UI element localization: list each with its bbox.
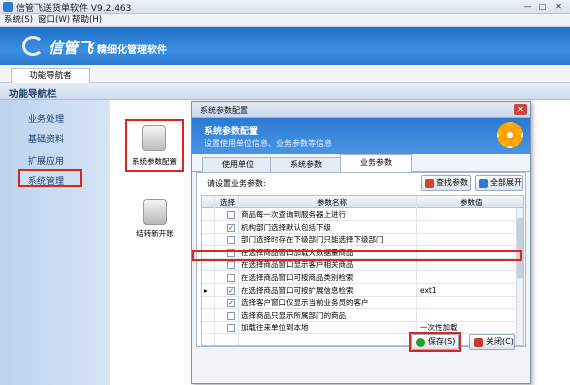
row-name: 在选择商品窗口可按扩展信息检索: [241, 285, 354, 295]
function-label: 结转新开账: [136, 229, 174, 238]
database-gear-icon: [142, 125, 166, 151]
table-row[interactable]: 在选择商品窗口可按商品类别检索: [202, 272, 523, 284]
grid-divider: [238, 196, 239, 345]
table-row[interactable]: 商品每一次查询到服务器上进行: [202, 209, 523, 221]
row-checkbox[interactable]: [227, 274, 235, 282]
tab-business-params[interactable]: 业务参数: [340, 154, 412, 173]
table-row[interactable]: ▸ ✓ 在选择商品窗口可按扩展信息检索 ext1: [202, 284, 523, 297]
main-tabstrip: 功能导航者: [0, 65, 570, 83]
dialog-titlebar: 系统参数配置 ✕: [192, 102, 530, 118]
row-checkbox[interactable]: [227, 261, 235, 270]
nav-item-business[interactable]: 业务处理: [28, 112, 64, 125]
dialog-header-subtitle: 设置使用单位信息、业务参数等信息: [204, 139, 332, 148]
grid-divider: [416, 196, 417, 345]
grid-divider: [214, 196, 215, 345]
maximize-icon[interactable]: □: [536, 2, 549, 12]
function-close-year[interactable]: 结转新开账: [129, 197, 181, 239]
window-title: 信管飞送货单软件 V9.2.463: [16, 4, 132, 14]
logo-text: 信管飞: [48, 39, 94, 57]
row-checkbox[interactable]: ✓: [227, 223, 235, 232]
row-name: 机构部门选择默认包括下级: [241, 222, 331, 232]
nav-item-system[interactable]: 系统管理: [28, 174, 64, 187]
find-param-button[interactable]: 查找参数: [421, 175, 471, 191]
expand-icon: [479, 179, 488, 188]
tab-system-params[interactable]: 系统参数: [270, 157, 342, 172]
slogan: 精细化管理软件: [97, 45, 167, 56]
grid-scrollbar[interactable]: [516, 208, 523, 345]
table-row[interactable]: 加载往来单位到本地 一次性加载: [202, 322, 523, 335]
logo-icon: [22, 36, 44, 56]
row-name: 部门选择时存在下级部门只能选择下级部门: [241, 235, 384, 245]
logo-separator: ·: [90, 39, 94, 53]
close-button[interactable]: 关闭(C): [469, 334, 515, 350]
selected-row-highlight: [192, 250, 522, 261]
close-icon[interactable]: ✕: [552, 2, 565, 12]
nav-header: 功能导航栏: [0, 83, 570, 100]
row-name: 选择商品只显示所属部门的商品: [241, 310, 346, 320]
table-row[interactable]: 在选择商品窗口显示客户相关商品: [202, 259, 523, 272]
app-banner: 信管飞 · 精细化管理软件: [0, 27, 570, 65]
row-checkbox[interactable]: [227, 236, 235, 245]
tab-company[interactable]: 使用单位: [202, 157, 274, 172]
menu-help[interactable]: 帮助(H): [72, 14, 102, 27]
row-value[interactable]: ext1: [420, 285, 437, 297]
menu-system[interactable]: 系统(S): [4, 14, 33, 27]
table-row[interactable]: ✓ 选择客户窗口仅显示当前业务员的客户: [202, 297, 523, 310]
dialog-header-title: 系统参数配置: [204, 127, 259, 137]
dialog-header: 系统参数配置 设置使用单位信息、业务参数等信息: [192, 118, 530, 154]
grid-header: 选择 参数名称 参数值: [202, 196, 523, 208]
app-icon: [3, 2, 13, 12]
function-label: 系统参数配置: [132, 157, 177, 166]
expand-all-button[interactable]: 全部展开: [475, 175, 523, 191]
dialog-tabs: 使用单位 系统参数 业务参数: [192, 154, 530, 173]
params-grid: 选择 参数名称 参数值 商品每一次查询到服务器上进行 ✓ 机构部门选择默认包括下级部…: [201, 195, 524, 346]
gear-icon: [497, 122, 523, 148]
check-icon: [416, 338, 425, 347]
row-checkbox[interactable]: ✓: [227, 286, 235, 295]
row-name: 商品每一次查询到服务器上进行: [241, 210, 346, 219]
col-select: 选择: [220, 198, 235, 207]
menu-bar: 系统(S) 窗口(W) 帮助(H): [0, 14, 570, 27]
col-value: 参数值: [460, 198, 483, 207]
table-row[interactable]: ✓ 机构部门选择默认包括下级: [202, 222, 523, 234]
nav-item-extensions[interactable]: 扩展应用: [28, 154, 64, 167]
nav-item-basic-data[interactable]: 基础资料: [28, 132, 64, 145]
dialog-close-icon[interactable]: ✕: [514, 104, 527, 115]
database-add-icon: [143, 199, 167, 225]
dialog-title: 系统参数配置: [200, 106, 248, 115]
close-icon: [474, 338, 483, 347]
params-dialog: 系统参数配置 ✕ 系统参数配置 设置使用单位信息、业务参数等信息 使用单位 系统…: [191, 101, 531, 384]
minimize-icon[interactable]: —: [521, 2, 534, 12]
tab-function-nav[interactable]: 功能导航者: [11, 68, 90, 83]
row-name: 加载往来单位到本地: [241, 323, 309, 333]
row-checkbox[interactable]: [227, 311, 235, 320]
nav-header-title: 功能导航栏: [9, 89, 57, 100]
search-icon: [425, 179, 434, 188]
row-checkbox[interactable]: [227, 324, 235, 333]
row-pointer-icon: ▸: [204, 285, 208, 295]
save-button[interactable]: 保存(S): [411, 334, 459, 350]
row-checkbox[interactable]: [227, 211, 235, 219]
choose-label: 请设置业务参数:: [207, 179, 266, 188]
row-name: 在选择商品窗口可按商品类别检索: [241, 273, 354, 282]
row-name: 在选择商品窗口显示客户相关商品: [241, 260, 354, 270]
menu-window[interactable]: 窗口(W): [38, 14, 70, 27]
row-name: 选择客户窗口仅显示当前业务员的客户: [241, 298, 369, 308]
col-name: 参数名称: [317, 198, 347, 207]
table-row[interactable]: 部门选择时存在下级部门只能选择下级部门: [202, 234, 523, 247]
table-row[interactable]: 选择商品只显示所属部门的商品: [202, 310, 523, 322]
scroll-thumb[interactable]: [517, 218, 523, 278]
window-titlebar: 信管飞送货单软件 V9.2.463 — □ ✕: [0, 0, 570, 14]
row-checkbox[interactable]: ✓: [227, 299, 235, 308]
function-system-params[interactable]: 系统参数配置: [125, 119, 184, 172]
